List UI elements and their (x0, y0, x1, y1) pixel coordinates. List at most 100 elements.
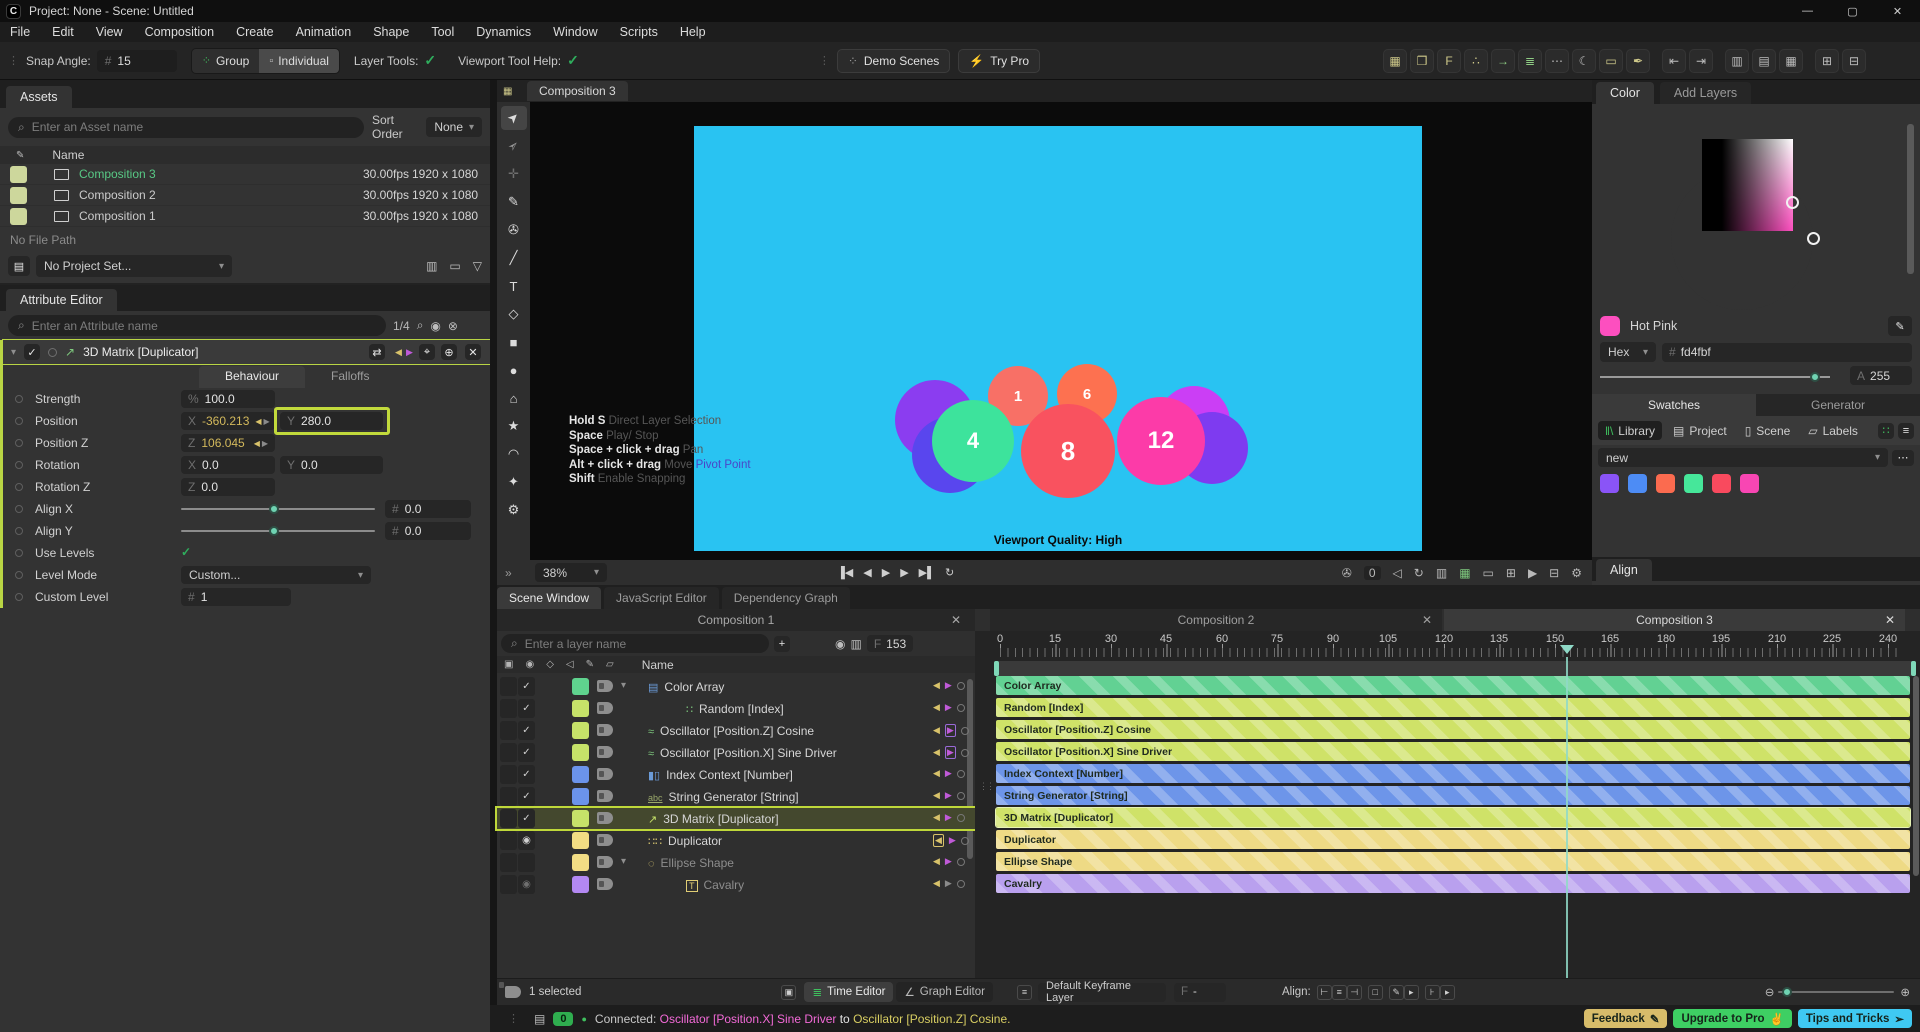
layer-tools-checkbox[interactable]: ✓ (424, 52, 436, 69)
layer-row[interactable]: ✓ ≈Oscillator [Position.Z] Cosine ◀▶ (497, 720, 975, 741)
select-tool[interactable]: ➤ (501, 106, 527, 130)
keyframe-next-icon[interactable]: ▶ (264, 417, 270, 426)
timeline-bar[interactable]: Ellipse Shape (996, 852, 1910, 871)
tab-generator[interactable]: Generator (1756, 394, 1920, 416)
collapse-chevron-icon[interactable]: ▾ (11, 347, 16, 358)
zoom-slider-knob[interactable] (1782, 987, 1792, 997)
lock-icon[interactable]: ▣ (504, 659, 513, 670)
key-arrow-button[interactable]: ▸ (1404, 985, 1419, 1000)
timeline-bar[interactable]: Index Context [Number] (996, 764, 1910, 783)
align-y-field[interactable]: #0.0 (385, 522, 471, 540)
sv-selector[interactable] (1786, 196, 1799, 209)
image-bg-icon[interactable]: ▦ (1459, 566, 1470, 580)
timeline-bar[interactable]: Color Array (996, 676, 1910, 695)
panel-mode-icon[interactable]: ▣ (781, 985, 796, 1000)
alpha-slider[interactable] (1600, 376, 1830, 378)
close-icon[interactable]: ✕ (1422, 613, 1432, 627)
tag-icon[interactable] (597, 746, 613, 758)
align-x-slider[interactable] (181, 508, 375, 510)
tab-dependency-graph[interactable]: Dependency Graph (722, 587, 850, 609)
cube-icon[interactable]: ❒ (1410, 49, 1434, 73)
rows-icon[interactable]: ▤ (1752, 49, 1776, 73)
layer-row[interactable]: ◉ TCavalry ◀▶ (497, 874, 975, 895)
tag-icon[interactable] (597, 790, 613, 802)
playhead[interactable] (1566, 657, 1568, 978)
enabled-toggle[interactable]: ✓ (518, 677, 535, 696)
layer-row[interactable]: ▾ ◌Ellipse Shape ◀▶ (497, 852, 975, 873)
toolbar-grip[interactable]: ⋮ (8, 54, 18, 67)
asset-name[interactable]: Composition 2 (79, 188, 156, 202)
attribute-header[interactable]: ▾ ✓ ↗ 3D Matrix [Duplicator] ⇄ ◀ ▶ ⌖ ⊕ ✕ (3, 340, 490, 364)
grid-dots-icon[interactable]: ▦ (1383, 49, 1407, 73)
state-ring-icon[interactable] (957, 682, 965, 690)
text-tool[interactable]: T (501, 274, 527, 298)
rectangle-tool[interactable]: ■ (501, 330, 527, 354)
eyedropper-icon[interactable]: ✎ (586, 659, 594, 670)
hex-input[interactable]: #fd4fbf (1662, 343, 1912, 362)
saturation-value-box[interactable] (1702, 139, 1793, 231)
close-button[interactable]: ✕ (1875, 0, 1920, 22)
split-h-icon[interactable]: ⊞ (1815, 49, 1839, 73)
menu-dynamics[interactable]: Dynamics (476, 25, 531, 39)
focus-icon[interactable]: ⊕ (441, 344, 457, 360)
menu-scripts[interactable]: Scripts (620, 25, 658, 39)
swap-io-icon[interactable]: ⇄ (369, 344, 385, 360)
layer-list-comp-tab[interactable]: Composition 1 ✕ (497, 609, 975, 631)
refresh-icon[interactable]: ↻ (1414, 566, 1424, 580)
frame-offset-field[interactable]: F- (1174, 983, 1226, 1002)
menu-view[interactable]: View (96, 25, 123, 39)
zoom-attr-icon[interactable]: ⌕ (417, 318, 424, 333)
layer-color-chip[interactable] (572, 832, 589, 849)
current-color-swatch[interactable] (1600, 316, 1620, 336)
layer-color-chip[interactable] (572, 678, 589, 695)
timeline-bar[interactable]: String Generator [String] (996, 786, 1910, 805)
out-connection-icon[interactable]: ▶ (945, 680, 952, 691)
layer-row[interactable]: ✓ ▾ ▤Color Array ◀▶ (497, 676, 975, 697)
menu-create[interactable]: Create (236, 25, 274, 39)
asset-name[interactable]: Composition 1 (79, 209, 156, 223)
swatch-group-menu[interactable]: ⋯ (1892, 450, 1914, 466)
hue-selector[interactable] (1807, 232, 1820, 245)
console-icon[interactable]: ▤ (534, 1012, 545, 1026)
transform-tool[interactable]: ◇ (501, 302, 527, 326)
audio-icon[interactable]: ◁ (566, 659, 574, 670)
tab-javascript-editor[interactable]: JavaScript Editor (604, 587, 719, 609)
asset-row[interactable]: Composition 2 30.00fps 1920 x 1080 (0, 185, 490, 206)
asset-color-chip[interactable] (10, 208, 27, 225)
timeline-tab-composition3[interactable]: Composition 3 ✕ (1444, 609, 1905, 631)
swatch[interactable] (1740, 474, 1759, 493)
layer-row[interactable]: ✓ ∷Random [Index] ◀▶ (497, 698, 975, 719)
next-frame-button[interactable]: ▶ (900, 566, 908, 579)
list-view-toggle[interactable]: ≡ (1898, 423, 1914, 439)
snap-angle-field[interactable]: # 15 (97, 50, 177, 72)
rotation-x-field[interactable]: X0.0 (181, 456, 275, 474)
input-connection-icon[interactable]: ◀ (395, 347, 402, 358)
close-attribute-icon[interactable]: ✕ (465, 344, 481, 360)
layer-row[interactable]: ◉ ∷∷Duplicator ◀▶ (497, 830, 975, 851)
enabled-toggle[interactable]: ✓ (518, 699, 535, 718)
output-connection-icon[interactable]: ▶ (406, 347, 413, 358)
zoom-in-icon[interactable]: ⊕ (1900, 985, 1910, 999)
slider-knob[interactable] (269, 504, 279, 514)
enabled-toggle[interactable]: ✓ (518, 809, 535, 828)
split-v-icon[interactable]: ⊟ (1842, 49, 1866, 73)
tab-color[interactable]: Color (1596, 82, 1654, 104)
monitor-icon[interactable]: ▭ (449, 259, 460, 273)
visibility-toggle[interactable]: ◉ (518, 875, 535, 894)
menu-shape[interactable]: Shape (373, 25, 409, 39)
add-layer-button[interactable]: + (774, 636, 790, 652)
timeline-bar[interactable]: Duplicator (996, 830, 1910, 849)
grid-view-toggle[interactable]: ∷ (1878, 423, 1894, 439)
list-timeline-splitter[interactable]: ⋮⋮ (975, 631, 990, 978)
demo-scenes-button[interactable]: ⁘ Demo Scenes (837, 49, 950, 73)
alpha-knob[interactable] (1810, 372, 1820, 382)
columns-icon[interactable]: ▥ (1725, 49, 1749, 73)
pick-tool[interactable]: ✛ (501, 162, 527, 186)
layer-color-chip[interactable] (572, 788, 589, 805)
upgrade-to-pro-button[interactable]: Upgrade to Pro✌ (1673, 1009, 1791, 1028)
enabled-toggle[interactable]: ✓ (518, 765, 535, 784)
grid-toggle-icon[interactable]: ▥ (1436, 566, 1447, 580)
align-keys-center-button[interactable]: ≡ (1332, 985, 1347, 1000)
group-toggle-button[interactable]: ⁘ Group (192, 49, 260, 73)
close-icon[interactable]: ✕ (1885, 613, 1895, 627)
